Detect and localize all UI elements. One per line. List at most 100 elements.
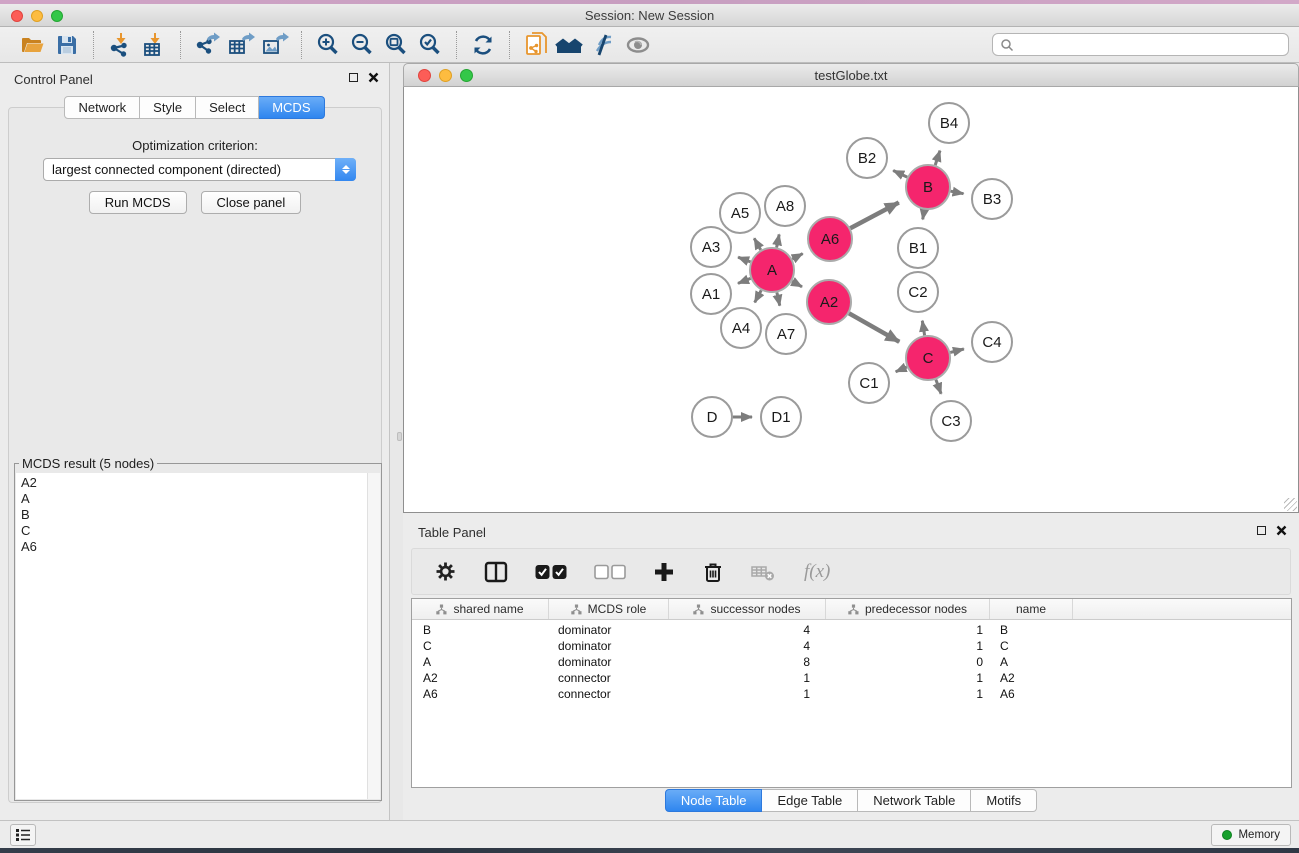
run-mcds-button[interactable]: Run MCDS [89, 191, 187, 214]
graph-edge-B-B3[interactable] [951, 191, 964, 194]
cell[interactable]: C [412, 638, 549, 654]
graph-edge-A-A8[interactable] [777, 234, 780, 247]
table-settings-gear-icon[interactable] [434, 560, 457, 583]
network-canvas[interactable]: B4B2B3A5A8A3B1C2A1A4A7C4C1DD1C3BA6AA2C [403, 87, 1299, 513]
graph-node-C4[interactable]: C4 [972, 322, 1012, 362]
float-panel-icon[interactable] [349, 73, 358, 82]
toolbar-search[interactable] [992, 33, 1289, 56]
graph-node-A[interactable]: A [750, 248, 794, 292]
zoom-selected-icon[interactable] [413, 30, 447, 60]
cell[interactable]: dominator [549, 654, 669, 670]
cell[interactable]: dominator [549, 622, 669, 638]
network-close-button[interactable] [418, 69, 431, 82]
cell[interactable]: 1 [669, 686, 826, 702]
column-header-predecessor-nodes[interactable]: predecessor nodes [826, 599, 990, 619]
network-zoom-button[interactable] [460, 69, 473, 82]
save-session-icon[interactable] [50, 30, 84, 60]
graph-edge-C-C4[interactable] [950, 349, 964, 352]
graph-node-C[interactable]: C [906, 336, 950, 380]
close-window-button[interactable] [11, 10, 23, 22]
export-network-icon[interactable] [190, 30, 224, 60]
graph-edge-A-A2[interactable] [792, 281, 802, 287]
cell[interactable]: 1 [826, 622, 990, 638]
graph-node-B3[interactable]: B3 [972, 179, 1012, 219]
tab-motifs[interactable]: Motifs [971, 789, 1037, 812]
table-row-A[interactable]: Adominator80A [412, 654, 1291, 670]
graph-edge-C-C2[interactable] [922, 321, 924, 336]
column-header-MCDS-role[interactable]: MCDS role [549, 599, 669, 619]
graph-edge-A6-B[interactable] [850, 203, 899, 229]
cyndex-home-icon[interactable] [553, 30, 587, 60]
graph-edge-A-A4[interactable] [755, 290, 762, 302]
graph-node-A5[interactable]: A5 [720, 193, 760, 233]
close-panel-icon[interactable] [368, 72, 379, 83]
export-image-icon[interactable] [258, 30, 292, 60]
result-item-B[interactable]: B [21, 507, 380, 523]
zoom-out-icon[interactable] [345, 30, 379, 60]
column-header-shared-name[interactable]: shared name [412, 599, 549, 619]
export-table-icon[interactable] [224, 30, 258, 60]
zoom-in-icon[interactable] [311, 30, 345, 60]
import-table-icon[interactable] [137, 30, 171, 60]
cell[interactable]: A [412, 654, 549, 670]
cell[interactable]: 8 [669, 654, 826, 670]
cell[interactable]: 1 [826, 670, 990, 686]
vertical-splitter-handle[interactable] [397, 432, 402, 441]
graph-node-A6[interactable]: A6 [808, 217, 852, 261]
tab-edge-table[interactable]: Edge Table [762, 789, 858, 812]
graph-node-A3[interactable]: A3 [691, 227, 731, 267]
graph-node-A8[interactable]: A8 [765, 186, 805, 226]
graph-edge-A-A6[interactable] [792, 254, 802, 260]
task-history-button[interactable] [10, 824, 36, 846]
tab-network[interactable]: Network [64, 96, 140, 119]
select-all-columns-icon[interactable] [535, 564, 567, 580]
graph-node-A2[interactable]: A2 [807, 280, 851, 324]
float-panel-icon[interactable] [1257, 526, 1266, 535]
search-input[interactable] [1015, 35, 1288, 54]
column-header-name[interactable]: name [990, 599, 1073, 619]
cell[interactable]: 1 [826, 686, 990, 702]
graph-edge-A-A7[interactable] [777, 293, 780, 306]
cell[interactable]: 1 [669, 670, 826, 686]
table-row-C[interactable]: Cdominator41C [412, 638, 1291, 654]
graph-node-B1[interactable]: B1 [898, 228, 938, 268]
graph-node-A4[interactable]: A4 [721, 308, 761, 348]
graph-node-A1[interactable]: A1 [691, 274, 731, 314]
result-item-A6[interactable]: A6 [21, 539, 380, 555]
graph-edge-B-B2[interactable] [893, 171, 907, 178]
table-row-A6[interactable]: A6connector11A6 [412, 686, 1291, 702]
create-new-column-icon[interactable] [653, 561, 675, 583]
memory-button[interactable]: Memory [1211, 824, 1291, 846]
cell[interactable]: B [412, 622, 549, 638]
close-panel-icon[interactable] [1276, 525, 1287, 536]
window-resize-grip[interactable] [1284, 498, 1297, 511]
graph-node-B[interactable]: B [906, 165, 950, 209]
cell[interactable]: A6 [412, 686, 549, 702]
graph-node-C3[interactable]: C3 [931, 401, 971, 441]
optimization-criterion-dropdown[interactable]: largest connected component (directed) [43, 158, 356, 181]
show-graphics-details-icon[interactable] [621, 30, 655, 60]
cell[interactable]: 1 [826, 638, 990, 654]
table-row-B[interactable]: Bdominator41B [412, 622, 1291, 638]
tab-mcds[interactable]: MCDS [259, 96, 324, 119]
cell[interactable]: B [990, 622, 1073, 638]
cell[interactable]: 0 [826, 654, 990, 670]
cell[interactable]: connector [549, 670, 669, 686]
result-item-A2[interactable]: A2 [21, 475, 380, 491]
result-item-C[interactable]: C [21, 523, 380, 539]
open-session-from-file-icon[interactable] [519, 30, 553, 60]
tab-select[interactable]: Select [196, 96, 259, 119]
graph-edge-A-A3[interactable] [738, 257, 750, 262]
cell[interactable]: A6 [990, 686, 1073, 702]
cell[interactable]: dominator [549, 638, 669, 654]
graph-edge-B-B1[interactable] [923, 210, 925, 220]
tab-network-table[interactable]: Network Table [858, 789, 971, 812]
cell[interactable]: A2 [990, 670, 1073, 686]
result-item-A[interactable]: A [21, 491, 380, 507]
zoom-fit-icon[interactable] [379, 30, 413, 60]
graph-edge-A-A1[interactable] [738, 278, 751, 283]
result-list-scrollbar[interactable] [367, 473, 380, 799]
close-panel-button[interactable]: Close panel [201, 191, 302, 214]
column-header-successor-nodes[interactable]: successor nodes [669, 599, 826, 619]
graph-node-D[interactable]: D [692, 397, 732, 437]
